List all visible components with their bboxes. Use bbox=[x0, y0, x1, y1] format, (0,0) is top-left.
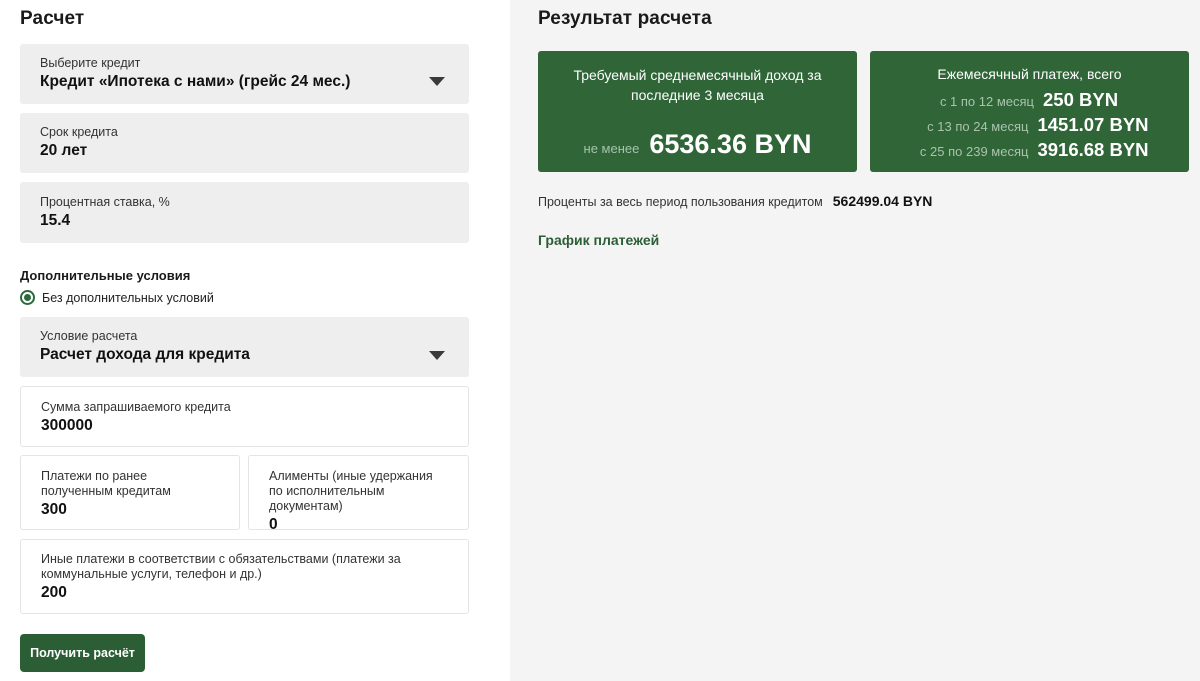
amount-input[interactable]: Сумма запрашиваемого кредита 300000 bbox=[20, 386, 469, 447]
caret-down-icon bbox=[429, 77, 445, 86]
term-value: 20 лет bbox=[40, 142, 88, 159]
amount-value: 300000 bbox=[41, 417, 93, 434]
get-calculation-button[interactable]: Получить расчёт bbox=[20, 634, 145, 672]
rate-value: 15.4 bbox=[40, 212, 71, 229]
rate-label: Процентная ставка, % bbox=[40, 195, 170, 209]
payment-row: с 13 по 24 месяц 1451.07 BYN bbox=[870, 114, 1189, 139]
caret-down-icon bbox=[429, 351, 445, 360]
total-interest-label: Проценты за весь период пользования кред… bbox=[538, 195, 823, 209]
payment-value: 250 BYN bbox=[1043, 89, 1119, 110]
prev-payments-label: Платежи по ранее полученным кредитам bbox=[41, 469, 171, 498]
prev-payments-value: 300 bbox=[41, 501, 67, 518]
term-label: Срок кредита bbox=[40, 125, 118, 139]
prev-payments-input[interactable]: Платежи по ранее полученным кредитам 300 bbox=[20, 455, 240, 530]
radio-selected-icon[interactable] bbox=[20, 290, 35, 305]
total-interest-value: 562499.04 BYN bbox=[832, 193, 933, 209]
payment-value: 3916.68 BYN bbox=[1037, 139, 1149, 160]
payment-value: 1451.07 BYN bbox=[1037, 114, 1149, 135]
other-payments-label: Иные платежи в соответствии с обязательс… bbox=[41, 552, 401, 581]
payment-period: с 25 по 239 месяц bbox=[919, 144, 1029, 159]
amount-label: Сумма запрашиваемого кредита bbox=[41, 400, 231, 414]
credit-select-label: Выберите кредит bbox=[40, 56, 141, 70]
result-title: Результат расчета bbox=[538, 8, 712, 29]
other-payments-input[interactable]: Иные платежи в соответствии с обязательс… bbox=[20, 539, 469, 614]
radio-label: Без дополнительных условий bbox=[42, 290, 214, 305]
required-income-row: не менее 6536.36 BYN bbox=[538, 129, 857, 160]
total-interest: Проценты за весь период пользования кред… bbox=[538, 193, 932, 209]
condition-select-label: Условие расчета bbox=[40, 329, 138, 343]
condition-select[interactable]: Условие расчета Расчет дохода для кредит… bbox=[20, 317, 469, 377]
calculation-panel: Расчет Выберите кредит Кредит «Ипотека с… bbox=[0, 0, 510, 681]
alimony-input[interactable]: Алименты (иные удержания по исполнительн… bbox=[248, 455, 469, 533]
required-income-card: Требуемый среднемесячный доход за послед… bbox=[538, 51, 857, 172]
payment-row: с 1 по 12 месяц 250 BYN bbox=[870, 89, 1189, 114]
term-field[interactable]: Срок кредита 20 лет bbox=[20, 113, 469, 173]
payment-row: с 25 по 239 месяц 3916.68 BYN bbox=[870, 139, 1189, 164]
payment-period: с 13 по 24 месяц bbox=[927, 119, 1029, 134]
monthly-payment-title: Ежемесячный платеж, всего bbox=[937, 66, 1122, 82]
alimony-value: 0 bbox=[269, 516, 278, 533]
radio-no-additional-conditions[interactable]: Без дополнительных условий bbox=[20, 290, 214, 305]
additional-conditions-title: Дополнительные условия bbox=[20, 268, 191, 283]
rate-field[interactable]: Процентная ставка, % 15.4 bbox=[20, 182, 469, 243]
required-income-prefix: не менее bbox=[583, 141, 640, 156]
other-payments-value: 200 bbox=[41, 584, 67, 601]
credit-select-value: Кредит «Ипотека с нами» (грейс 24 мес.) bbox=[40, 73, 351, 90]
payment-schedule-link[interactable]: График платежей bbox=[538, 232, 659, 248]
monthly-payment-card: Ежемесячный платеж, всего с 1 по 12 меся… bbox=[870, 51, 1189, 172]
credit-select[interactable]: Выберите кредит Кредит «Ипотека с нами» … bbox=[20, 44, 469, 104]
required-income-value: 6536.36 BYN bbox=[649, 129, 812, 159]
condition-select-value: Расчет дохода для кредита bbox=[40, 346, 250, 363]
monthly-payment-rows: с 1 по 12 месяц 250 BYN с 13 по 24 месяц… bbox=[870, 89, 1189, 164]
calc-title: Расчет bbox=[20, 8, 85, 29]
payment-period: с 1 по 12 месяц bbox=[939, 94, 1034, 109]
alimony-label: Алименты (иные удержания по исполнительн… bbox=[269, 469, 433, 513]
required-income-title: Требуемый среднемесячный доход за послед… bbox=[573, 67, 822, 103]
